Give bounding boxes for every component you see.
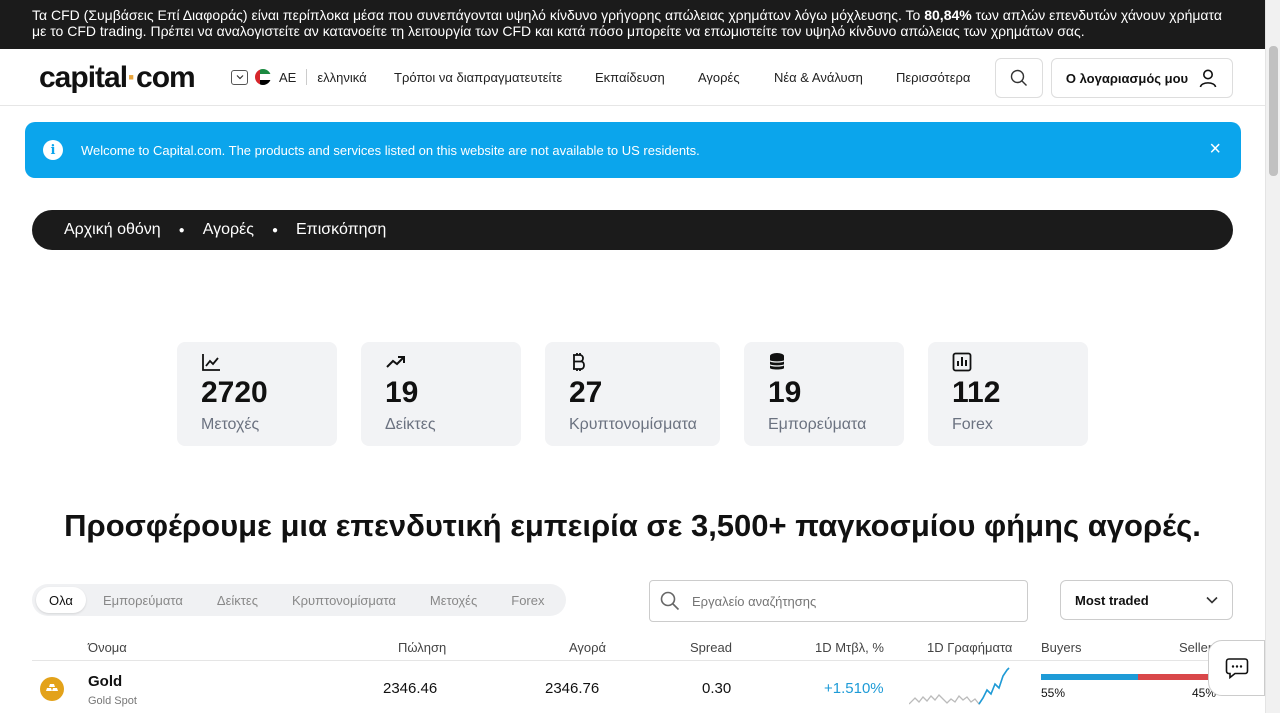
bar-chart-icon (952, 352, 972, 372)
page-scrollbar[interactable] (1265, 0, 1280, 713)
bitcoin-icon (573, 353, 585, 371)
daily-change: +1.510% (824, 680, 884, 697)
breadcrumb-separator: ● (178, 224, 185, 236)
uae-flag-icon (255, 69, 271, 85)
info-icon: i (43, 140, 63, 160)
markets-headline: Προσφέρουμε μια επενδυτική εμπειρία σε 3… (64, 508, 1201, 543)
tab-forex[interactable]: Forex (494, 587, 561, 613)
breadcrumb-overview: Επισκόπηση (296, 221, 387, 238)
breadcrumb-markets[interactable]: Αγορές (203, 221, 254, 239)
trending-up-icon (386, 356, 405, 368)
sparkline-chart (909, 667, 1010, 706)
buyers-bar (1041, 674, 1138, 680)
my-account-button[interactable]: Ο λογαριασμός μου (1051, 58, 1233, 98)
line-chart-icon (202, 354, 220, 371)
capital-com-logo[interactable]: capital·com (39, 61, 196, 95)
buy-price[interactable]: 2346.76 (545, 680, 599, 697)
welcome-banner: i Welcome to Capital.com. The products a… (25, 122, 1241, 178)
stat-value: 112 (952, 376, 1001, 409)
stat-label: Εμπορεύματα (768, 416, 867, 433)
breadcrumb-home[interactable]: Αρχική οθόνη (64, 221, 161, 239)
sort-selected-value: Most traded (1075, 592, 1149, 608)
buyers-percent: 55% (1041, 686, 1066, 700)
stat-card-forex[interactable]: 112 Forex (928, 342, 1088, 446)
nav-more[interactable]: Περισσότερα (896, 70, 970, 85)
tab-crypto[interactable]: Κρυπτονομίσματα (275, 587, 413, 613)
table-divider (32, 660, 1233, 661)
column-header-buy[interactable]: Αγορά (569, 640, 606, 655)
nav-education[interactable]: Εκπαίδευση (595, 70, 665, 85)
language-label[interactable]: ελληνικά (317, 70, 366, 85)
breadcrumb-separator: ● (271, 224, 278, 236)
column-header-buyers: Buyers (1041, 640, 1082, 655)
coins-stack-icon (769, 353, 785, 370)
tab-commodities[interactable]: Εμπορεύματα (86, 587, 200, 613)
risk-warning-text: Τα CFD (Συμβάσεις Επί Διαφοράς) είναι πε… (32, 7, 925, 23)
search-icon (660, 591, 680, 611)
chat-icon (1225, 658, 1248, 679)
search-input[interactable] (692, 593, 992, 609)
nav-news-analysis[interactable]: Νέα & Ανάλυση (774, 70, 863, 85)
logo-part-1: capital (39, 61, 128, 94)
column-header-change[interactable]: 1D Μτβλ, % (815, 640, 884, 655)
region-code: AE (279, 69, 297, 85)
stat-label: Forex (952, 416, 993, 433)
chat-support-button[interactable] (1208, 640, 1265, 696)
search-icon (1010, 69, 1027, 86)
user-icon (1199, 69, 1217, 88)
region-language-selector[interactable]: AE ελληνικά (231, 69, 367, 85)
stat-value: 27 (569, 376, 603, 409)
stat-value: 19 (768, 376, 802, 409)
stat-card-indices[interactable]: 19 Δείκτες (361, 342, 521, 446)
nav-ways-to-trade[interactable]: Τρόποι να διαπραγματευτείτε (394, 70, 562, 85)
close-icon[interactable]: × (1209, 138, 1221, 160)
instrument-subtitle: Gold Spot (88, 695, 137, 707)
chevron-down-icon (1206, 596, 1218, 604)
stat-label: Κρυπτονομίσματα (569, 416, 697, 433)
divider (306, 69, 308, 85)
instrument-search (649, 580, 1028, 622)
search-button[interactable] (995, 58, 1043, 98)
tab-indices[interactable]: Δείκτες (200, 587, 275, 613)
scrollbar-thumb[interactable] (1269, 46, 1278, 176)
column-header-name[interactable]: Όνομα (88, 640, 127, 655)
stat-value: 19 (385, 376, 419, 409)
tab-shares[interactable]: Μετοχές (413, 587, 494, 613)
welcome-text: Welcome to Capital.com. The products and… (81, 142, 700, 158)
logo-part-2: com (136, 61, 196, 94)
breadcrumb: Αρχική οθόνη ● Αγορές ● Επισκόπηση (32, 210, 1233, 250)
chevron-down-icon[interactable] (231, 69, 248, 85)
spread-value: 0.30 (702, 680, 732, 697)
sellers-bar (1138, 674, 1217, 680)
gold-bars-icon (40, 677, 64, 701)
risk-warning-bar: Τα CFD (Συμβάσεις Επί Διαφοράς) είναι πε… (0, 0, 1265, 49)
logo-dot: · (127, 61, 137, 94)
instrument-name[interactable]: Gold (88, 673, 122, 690)
market-category-tabs: Ολα Εμπορεύματα Δείκτες Κρυπτονομίσματα … (32, 584, 566, 616)
tab-all[interactable]: Ολα (36, 587, 86, 613)
sell-price[interactable]: 2346.46 (383, 680, 437, 697)
account-label: Ο λογαριασμός μου (1065, 70, 1189, 86)
column-header-spread[interactable]: Spread (690, 640, 732, 655)
stat-label: Δείκτες (385, 416, 436, 433)
stat-card-commodities[interactable]: 19 Εμπορεύματα (744, 342, 904, 446)
column-header-chart: 1D Γραφήματα (927, 640, 1013, 655)
site-header: capital·com AE ελληνικά Τρόποι να διαπρα… (0, 49, 1265, 106)
stat-value: 2720 (201, 376, 268, 409)
nav-markets[interactable]: Αγορές (698, 70, 740, 85)
stat-card-crypto[interactable]: 27 Κρυπτονομίσματα (545, 342, 720, 446)
column-header-sell[interactable]: Πώληση (398, 640, 446, 655)
sort-dropdown[interactable]: Most traded (1060, 580, 1233, 620)
stat-card-shares[interactable]: 2720 Μετοχές (177, 342, 337, 446)
risk-percent: 80,84% (924, 7, 972, 23)
stat-label: Μετοχές (201, 416, 260, 433)
